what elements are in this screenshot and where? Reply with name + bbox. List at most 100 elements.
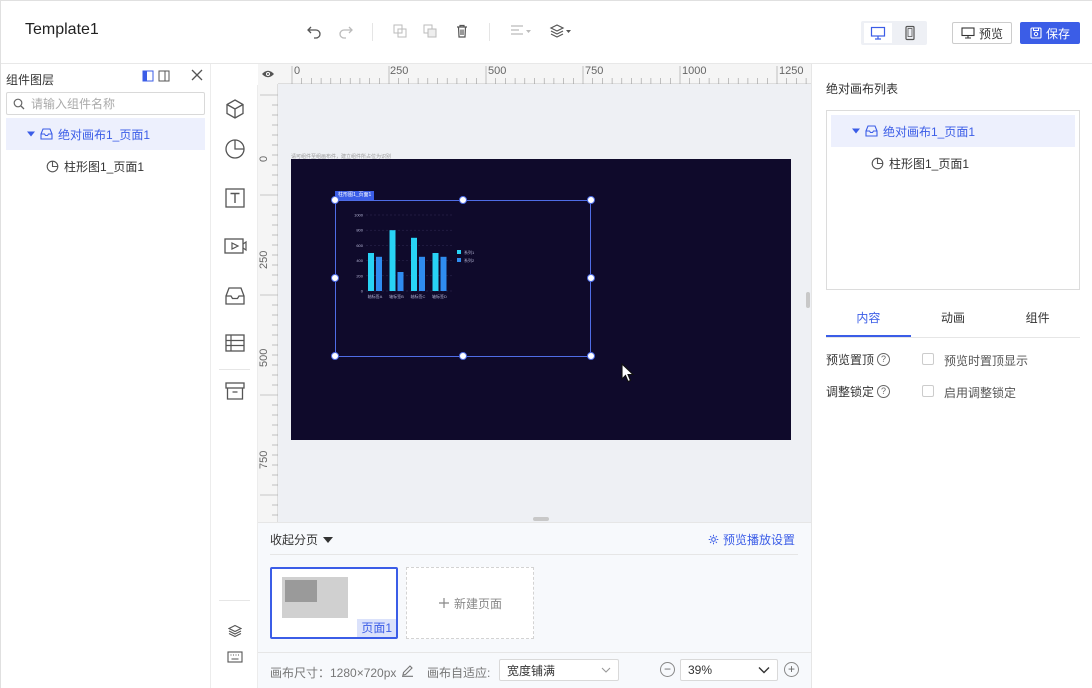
canvas-list-item-label: 绝对画布1_页面1 <box>883 124 976 139</box>
rail-text-component[interactable] <box>211 174 258 222</box>
resize-handle-w[interactable] <box>331 274 339 282</box>
y-tick-label: 800 <box>356 228 363 233</box>
document-title: Template1 <box>25 21 99 38</box>
preview-pin-checkbox[interactable] <box>922 353 934 365</box>
rail-media-component[interactable] <box>211 222 258 270</box>
rail-container-component[interactable] <box>211 272 258 320</box>
layers-panel: 组件图层 绝对画布1_页面1 柱形图1_页面1 <box>1 64 211 688</box>
pie-chart-icon <box>46 160 59 172</box>
desktop-view-button[interactable] <box>864 23 892 43</box>
plus-icon <box>438 598 449 608</box>
prop-adjust-lock: 调整锁定 ? 启用调整锁定 <box>826 381 1080 401</box>
chart-bar <box>397 272 404 291</box>
legend-swatch <box>457 258 461 262</box>
rail-archive-component[interactable] <box>211 367 258 415</box>
chart-bar <box>440 256 447 291</box>
monitor-icon <box>870 26 886 40</box>
rail-keyboard-toggle[interactable] <box>211 633 258 681</box>
canvas-list-item-label: 柱形图1_页面1 <box>889 156 970 171</box>
legend-label: 系列2 <box>464 257 475 263</box>
gear-icon <box>708 534 719 545</box>
canvas-list-item-bar-chart[interactable]: 柱形图1_页面1 <box>831 147 1075 179</box>
ruler-h-label: 250 <box>390 65 409 77</box>
preview-button[interactable]: 预览 <box>952 22 1012 44</box>
help-icon[interactable]: ? <box>877 352 891 366</box>
redo-icon[interactable] <box>337 23 355 41</box>
resize-handle-s[interactable] <box>459 352 467 360</box>
layout-right-icon[interactable] <box>158 70 170 85</box>
resize-handle-ne[interactable] <box>587 196 595 204</box>
zoom-select[interactable]: 39% <box>680 659 778 681</box>
tab-content[interactable]: 内容 <box>826 302 911 337</box>
adjust-lock-checkbox[interactable] <box>922 385 934 397</box>
paste-icon[interactable] <box>421 23 439 41</box>
layer-search-field[interactable] <box>6 92 205 115</box>
caret-down-icon[interactable] <box>27 130 35 138</box>
caret-down-icon[interactable] <box>852 127 860 135</box>
layout-left-icon[interactable] <box>142 70 154 85</box>
layers-order-icon[interactable] <box>549 23 573 41</box>
y-tick-label: 400 <box>356 258 363 263</box>
resize-handle-se[interactable] <box>587 352 595 360</box>
layer-item-bar-chart[interactable]: 柱形图1_页面1 <box>6 150 205 182</box>
mobile-view-button[interactable] <box>896 23 924 43</box>
ruler-h-label: 1250 <box>779 65 804 77</box>
canvas-workspace[interactable]: 0 250 500 750 1000 1250 0 250 500 750 请可… <box>258 64 811 522</box>
video-icon <box>223 238 247 254</box>
keyboard-icon <box>226 651 243 663</box>
ruler-v-label: 0 <box>258 155 270 162</box>
resize-handle-nw[interactable] <box>331 196 339 204</box>
bar-chart[interactable]: 0 200 400 600 800 1000 轴标签A 轴标签B 轴标签C 轴标签D 系列1 系列2 <box>336 201 592 358</box>
chart-bar <box>376 256 382 291</box>
mouse-cursor-icon <box>621 363 635 383</box>
undo-icon[interactable] <box>305 23 323 41</box>
close-icon[interactable] <box>191 68 203 84</box>
help-icon[interactable]: ? <box>877 384 891 398</box>
canvas-inbox-icon <box>865 125 878 137</box>
layer-item-canvas[interactable]: 绝对画布1_页面1 <box>6 118 205 150</box>
selected-chart-frame[interactable]: 柱形图1_页面1 0 200 400 600 800 1000 轴标签A 轴标签B 轴标签C 轴标… <box>331 191 595 360</box>
rail-chart-component[interactable] <box>211 125 258 173</box>
horizontal-scrollbar[interactable] <box>533 517 549 521</box>
rail-table-component[interactable] <box>211 319 258 367</box>
resize-handle-e[interactable] <box>587 274 595 282</box>
tab-animation[interactable]: 动画 <box>911 302 996 337</box>
vertical-scrollbar[interactable] <box>806 292 810 308</box>
layer-search-input[interactable] <box>31 96 191 111</box>
align-icon[interactable] <box>509 23 533 41</box>
resize-handle-sw[interactable] <box>331 352 339 360</box>
delete-icon[interactable] <box>453 23 471 41</box>
canvas-list-item-canvas[interactable]: 绝对画布1_页面1 <box>831 115 1075 147</box>
app-window: Template1 预览 保存 组件图层 请输入组件名称 绝对画布1_页面1 柱… <box>0 0 1092 688</box>
copy-icon[interactable] <box>391 23 409 41</box>
edit-pencil-icon[interactable] <box>401 664 414 677</box>
ruler-visibility-toggle[interactable] <box>258 64 278 84</box>
canvas-fit-select[interactable]: 宽度铺满 <box>499 659 619 681</box>
collapse-pages-button[interactable]: 收起分页 <box>270 531 334 548</box>
y-tick-label: 0 <box>361 289 364 294</box>
canvas-fit-label: 画布自适应: <box>427 666 491 680</box>
x-tick-label: 轴标签A <box>368 293 383 299</box>
horizontal-ruler[interactable]: 0 250 500 750 1000 1250 <box>278 64 811 84</box>
cube-icon <box>225 99 244 119</box>
layer-item-label: 柱形图1_页面1 <box>64 159 145 174</box>
resize-handle-n[interactable] <box>459 196 467 204</box>
save-icon <box>1030 27 1042 39</box>
zoom-in-button[interactable]: + <box>784 662 799 677</box>
collapse-pages-label: 收起分页 <box>270 533 319 547</box>
vertical-ruler[interactable]: 0 250 500 750 <box>258 84 278 522</box>
page-thumbnail[interactable]: 页面1 <box>270 567 398 639</box>
new-page-button[interactable]: 新建页面 <box>406 567 534 639</box>
layer-item-label: 绝对画布1_页面1 <box>58 127 151 142</box>
search-icon <box>13 98 25 109</box>
top-toolbar: Template1 预览 保存 <box>1 1 1092 64</box>
save-button[interactable]: 保存 <box>1020 22 1080 44</box>
archive-box-icon <box>224 382 245 400</box>
properties-panel: 绝对画布列表 绝对画布1_页面1 柱形图1_页面1 内容 动画 组件 预览置顶 … <box>811 64 1092 688</box>
chart-bar <box>432 253 439 291</box>
zoom-out-button[interactable]: − <box>660 662 675 677</box>
preview-playback-settings-link[interactable]: 预览播放设置 <box>708 531 795 548</box>
canvas-stage[interactable]: 柱形图1_页面1 0 200 400 600 800 1000 轴标签A 轴标签B 轴标签C 轴标… <box>291 159 791 440</box>
page-thumbnail-label: 页面1 <box>357 619 396 637</box>
tab-component[interactable]: 组件 <box>995 302 1080 337</box>
